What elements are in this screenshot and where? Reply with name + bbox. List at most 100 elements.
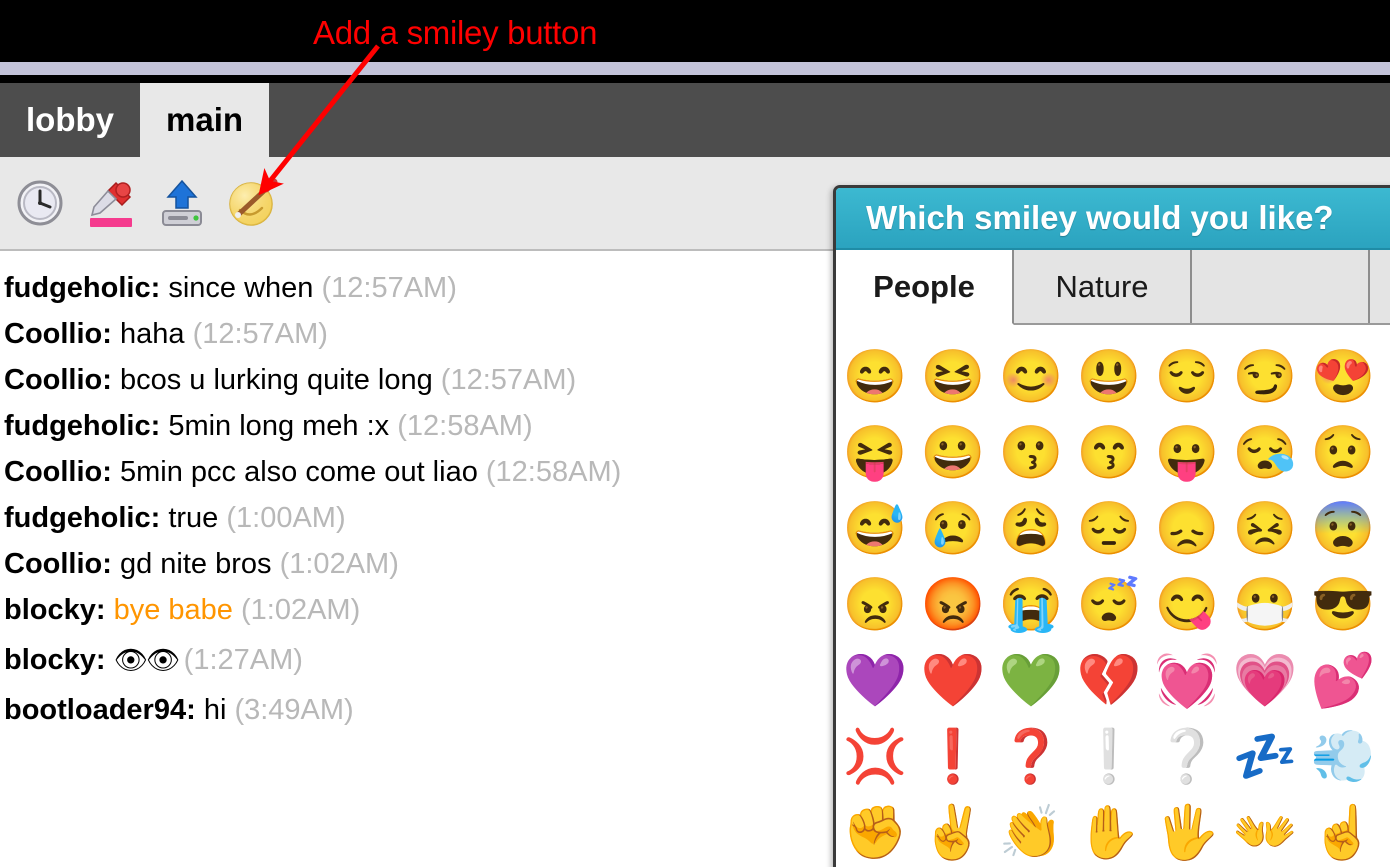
emoji-row: 💜 ❤️ 💚 💔 💓 💗 💕	[836, 643, 1390, 719]
smiley-tab-third[interactable]	[1192, 250, 1370, 323]
emoji-button[interactable]: 😞	[1148, 491, 1226, 567]
emoji-row: 💢 ❗ ❓ ❕ ❔ 💤 💨	[836, 719, 1390, 795]
emoji-button[interactable]: 👏	[992, 795, 1070, 867]
room-tab-main-label: main	[166, 101, 244, 138]
emoji-button[interactable]: 💜	[836, 643, 914, 719]
emoji-button[interactable]: 😪	[1226, 415, 1304, 491]
emoji-button[interactable]: 💓	[1148, 643, 1226, 719]
emoji-button[interactable]: 😛	[1148, 415, 1226, 491]
emoji-button[interactable]: 💨	[1304, 719, 1382, 795]
emoji-row: 😝 😀 😗 😙 😛 😪 😟	[836, 415, 1390, 491]
chat-timestamp: (1:27AM)	[183, 644, 303, 676]
emoji-button[interactable]: 😔	[1070, 491, 1148, 567]
chat-timestamp: (1:02AM)	[240, 594, 361, 626]
emoji-button[interactable]: 😏	[1226, 339, 1304, 415]
emoji-button[interactable]: 😷	[1226, 567, 1304, 643]
emoji-button[interactable]: 💚	[992, 643, 1070, 719]
smiley-tab-people-label: People	[873, 268, 975, 304]
emoji-button[interactable]: ✋	[1070, 795, 1148, 867]
history-clock-button[interactable]	[12, 173, 68, 233]
chat-timestamp: (12:57AM)	[321, 272, 457, 304]
emoji-button[interactable]: 💗	[1226, 643, 1304, 719]
emoji-button[interactable]: ❗	[914, 719, 992, 795]
emoji-button[interactable]: 💔	[1070, 643, 1148, 719]
emoji-button[interactable]: 😝	[836, 415, 914, 491]
add-smiley-button[interactable]	[225, 173, 281, 233]
chat-body: 👁👁	[113, 645, 184, 675]
emoji-button[interactable]: 😌	[1148, 339, 1226, 415]
emoji-row: 😄 😆 😊 😃 😌 😏 😍	[836, 339, 1390, 415]
clock-icon	[16, 179, 64, 227]
smiley-category-tabs: People Nature	[836, 250, 1390, 325]
emoji-button[interactable]: ❔	[1148, 719, 1226, 795]
chat-body: 5min pcc also come out liao	[119, 456, 486, 488]
chat-nick: fudgeholic:	[4, 272, 169, 304]
emoji-button[interactable]: 😆	[914, 339, 992, 415]
emoji-button[interactable]: 😡	[914, 567, 992, 643]
emoji-button[interactable]: 😗	[992, 415, 1070, 491]
chat-nick: Coollio:	[4, 456, 120, 488]
smiley-emoji-grid: 😄 😆 😊 😃 😌 😏 😍 😝 😀 😗 😙 😛 😪 😟 😅 😢 😩 😔 😞 😣 😨 😠 😡 😭 😴 😋 😷 😎 💜 ❤️ 💚 💔 💓 💗 💕 💢 ❗ ❓ ❕…	[836, 325, 1390, 867]
emoji-button[interactable]: 👐	[1226, 795, 1304, 867]
chat-body: 5min long meh :x	[168, 410, 398, 442]
color-picker-button[interactable]	[83, 173, 139, 233]
upload-button[interactable]	[154, 173, 210, 233]
chat-nick: bootloader94:	[4, 694, 204, 726]
emoji-button[interactable]: 😟	[1304, 415, 1382, 491]
room-tab-lobby-label: lobby	[26, 101, 114, 138]
smiley-dialog-header: Which smiley would you like?	[836, 188, 1390, 250]
annotation-label: Add a smiley button	[313, 14, 598, 51]
chat-body: since when	[168, 272, 322, 304]
chat-body: haha	[119, 318, 193, 350]
emoji-button[interactable]: 🖐	[1148, 795, 1226, 867]
chat-nick: blocky:	[4, 644, 114, 676]
chat-timestamp: (12:57AM)	[192, 318, 328, 350]
emoji-button[interactable]: 😢	[914, 491, 992, 567]
smiley-tab-nature[interactable]: Nature	[1014, 250, 1192, 323]
emoji-button[interactable]: 💕	[1304, 643, 1382, 719]
emoji-row: 😅 😢 😩 😔 😞 😣 😨	[836, 491, 1390, 567]
upload-icon	[158, 178, 206, 228]
chat-body: hi	[203, 694, 235, 726]
emoji-button[interactable]: ❤️	[914, 643, 992, 719]
emoji-button[interactable]: 😎	[1304, 567, 1382, 643]
screenshot-root: lobby main fudgeholic: since when (12:57…	[0, 0, 1390, 867]
emoji-button[interactable]: 💢	[836, 719, 914, 795]
room-tab-main[interactable]: main	[140, 83, 270, 157]
annotation-banner: Add a smiley button	[0, 0, 1390, 62]
eyedropper-icon	[86, 177, 136, 229]
smiley-tab-people[interactable]: People	[836, 250, 1014, 325]
chat-nick: fudgeholic:	[4, 502, 169, 534]
emoji-button[interactable]: 😣	[1226, 491, 1304, 567]
chat-timestamp: (1:02AM)	[279, 548, 399, 580]
emoji-button[interactable]: ❓	[992, 719, 1070, 795]
emoji-button[interactable]: 😅	[836, 491, 914, 567]
emoji-button[interactable]: ☝️	[1304, 795, 1382, 867]
window-chrome-strip	[0, 62, 1390, 75]
emoji-button[interactable]: 😀	[914, 415, 992, 491]
emoji-button[interactable]: 😭	[992, 567, 1070, 643]
emoji-button[interactable]: 😍	[1304, 339, 1382, 415]
emoji-button[interactable]: 😨	[1304, 491, 1382, 567]
emoji-button[interactable]: 💤	[1226, 719, 1304, 795]
emoji-button[interactable]: 😄	[836, 339, 914, 415]
emoji-button[interactable]: ✊	[836, 795, 914, 867]
smiley-dialog-title: Which smiley would you like?	[866, 199, 1334, 236]
room-tab-lobby[interactable]: lobby	[0, 83, 140, 157]
chat-body: true	[168, 502, 227, 534]
emoji-button[interactable]: 😩	[992, 491, 1070, 567]
emoji-button[interactable]: 😙	[1070, 415, 1148, 491]
emoji-button[interactable]: 😠	[836, 567, 914, 643]
emoji-button[interactable]: 😃	[1070, 339, 1148, 415]
emoji-row: ✊ ✌️ 👏 ✋ 🖐 👐 ☝️	[836, 795, 1390, 867]
chat-body: bcos u lurking quite long	[119, 364, 441, 396]
chat-timestamp: (12:58AM)	[485, 456, 622, 488]
smiley-picker-dialog: Which smiley would you like? People Natu…	[833, 185, 1390, 867]
emoji-button[interactable]: 😊	[992, 339, 1070, 415]
smiley-paintbrush-icon	[226, 176, 280, 230]
emoji-button[interactable]: 😴	[1070, 567, 1148, 643]
emoji-button[interactable]: ✌️	[914, 795, 992, 867]
chat-nick: fudgeholic:	[4, 410, 169, 442]
emoji-button[interactable]: ❕	[1070, 719, 1148, 795]
emoji-button[interactable]: 😋	[1148, 567, 1226, 643]
